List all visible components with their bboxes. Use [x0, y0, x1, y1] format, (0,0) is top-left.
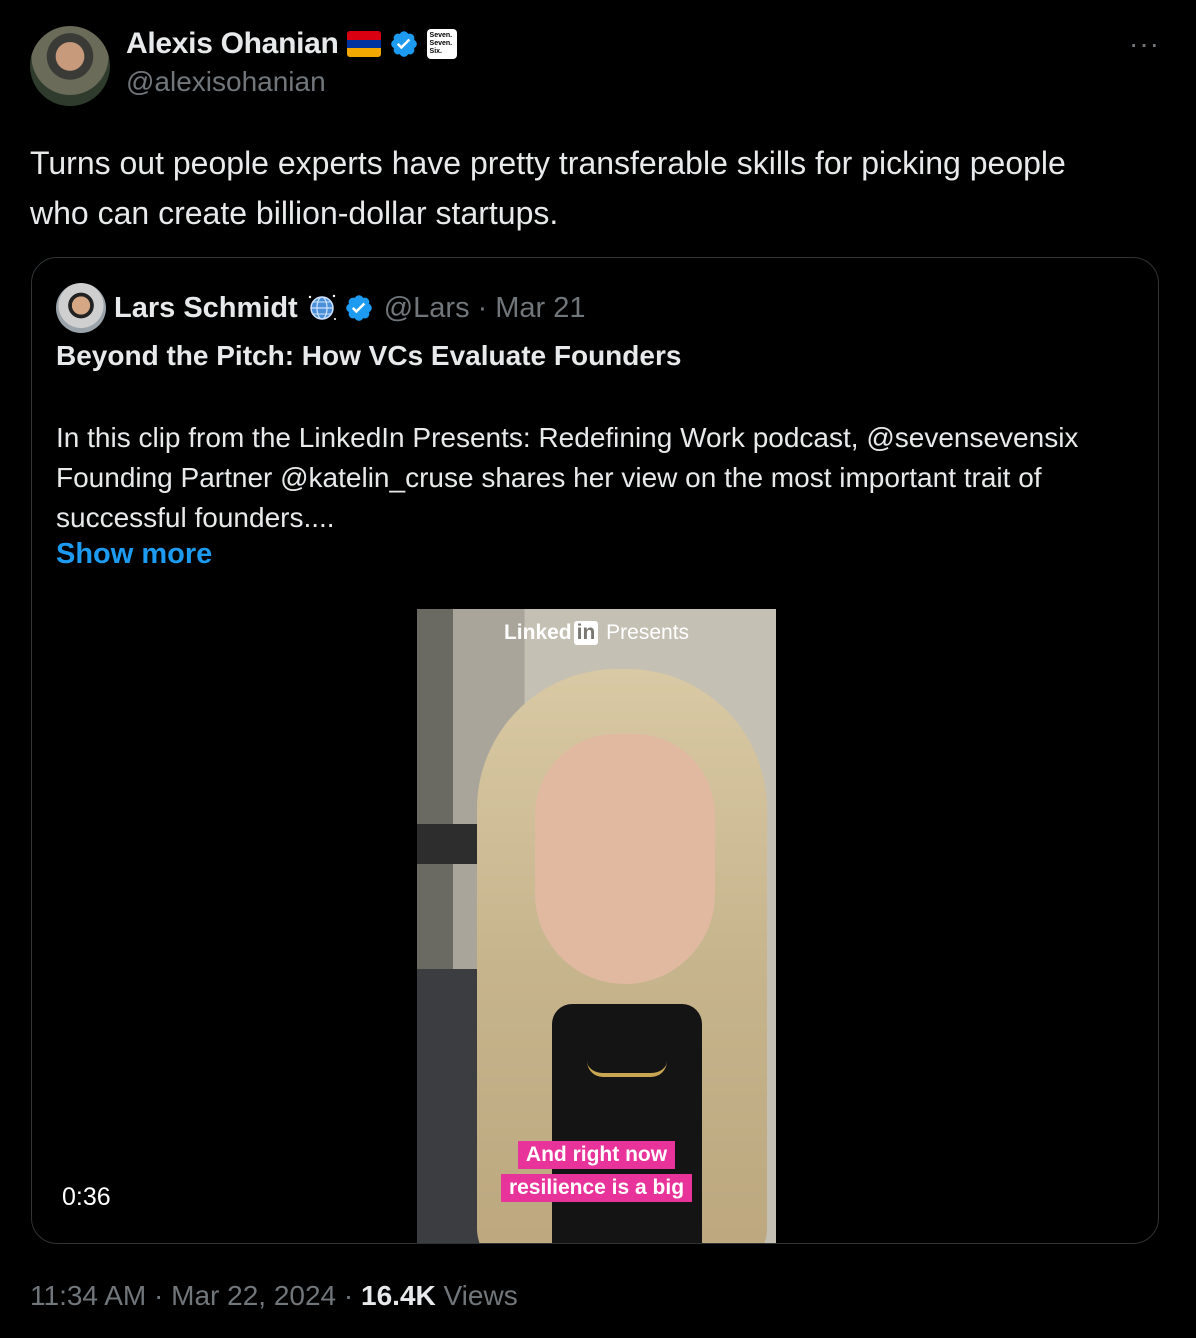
tweet-time[interactable]: 11:34 AM [30, 1280, 146, 1311]
video-caption-line1: And right now [417, 1141, 776, 1169]
tweet-text: Turns out people experts have pretty tra… [30, 145, 1066, 231]
video-subject-face [535, 734, 715, 984]
org-affiliation-icon[interactable]: Seven. Seven. Six. [426, 29, 457, 59]
video-subject-necklace [587, 1061, 667, 1077]
author-name-row: Alexis Ohanian Seven. Seven. Six. [126, 26, 457, 62]
author-block: Alexis Ohanian Seven. Seven. Six. @alexi… [126, 26, 457, 98]
verified-badge-icon[interactable] [389, 29, 419, 59]
views-label: Views [443, 1280, 518, 1311]
author-name[interactable]: Alexis Ohanian [126, 27, 339, 61]
brand-in: in [573, 621, 599, 645]
show-more-link[interactable]: Show more [56, 538, 212, 571]
video-player[interactable]: Linked in Presents And right now resilien… [417, 609, 776, 1243]
quote-title: Beyond the Pitch: How VCs Evaluate Found… [56, 340, 682, 371]
quote-separator: · [477, 291, 488, 324]
video-subject-sweater [552, 1004, 702, 1243]
brand-right: Presents [606, 621, 690, 644]
video-duration: 0:36 [62, 1183, 111, 1211]
brand-left: Linked [503, 621, 572, 644]
meta-separator: · [343, 1280, 354, 1311]
quote-header: Lars Schmidt @Lars · Mar 21 [56, 282, 586, 334]
author-handle[interactable]: @alexisohanian [126, 66, 457, 98]
quoted-tweet[interactable]: Lars Schmidt @Lars · Mar 21 Beyond the P… [31, 257, 1159, 1244]
tweet-date[interactable]: Mar 22, 2024 [171, 1280, 336, 1311]
quote-author-handle[interactable]: @Lars [384, 292, 470, 325]
views-count: 16.4K [361, 1280, 436, 1311]
quote-body: In this clip from the LinkedIn Presents:… [56, 422, 1079, 533]
armenia-flag-icon [346, 31, 381, 57]
verified-badge-icon[interactable] [344, 293, 374, 323]
author-avatar[interactable] [30, 26, 110, 106]
quote-author-name[interactable]: Lars Schmidt [114, 292, 298, 325]
video-caption-line2: resilience is a big [417, 1174, 776, 1202]
meta-separator: · [154, 1280, 164, 1311]
globe-icon [308, 294, 336, 320]
linkedin-presents-logo: Linked in Presents [417, 621, 776, 645]
quote-date[interactable]: Mar 21 [495, 292, 585, 325]
tweet-meta: 11:34 AM · Mar 22, 2024 · 16.4K Views [30, 1280, 518, 1312]
more-icon[interactable]: ··· [1129, 28, 1160, 60]
quote-avatar[interactable] [56, 283, 106, 333]
